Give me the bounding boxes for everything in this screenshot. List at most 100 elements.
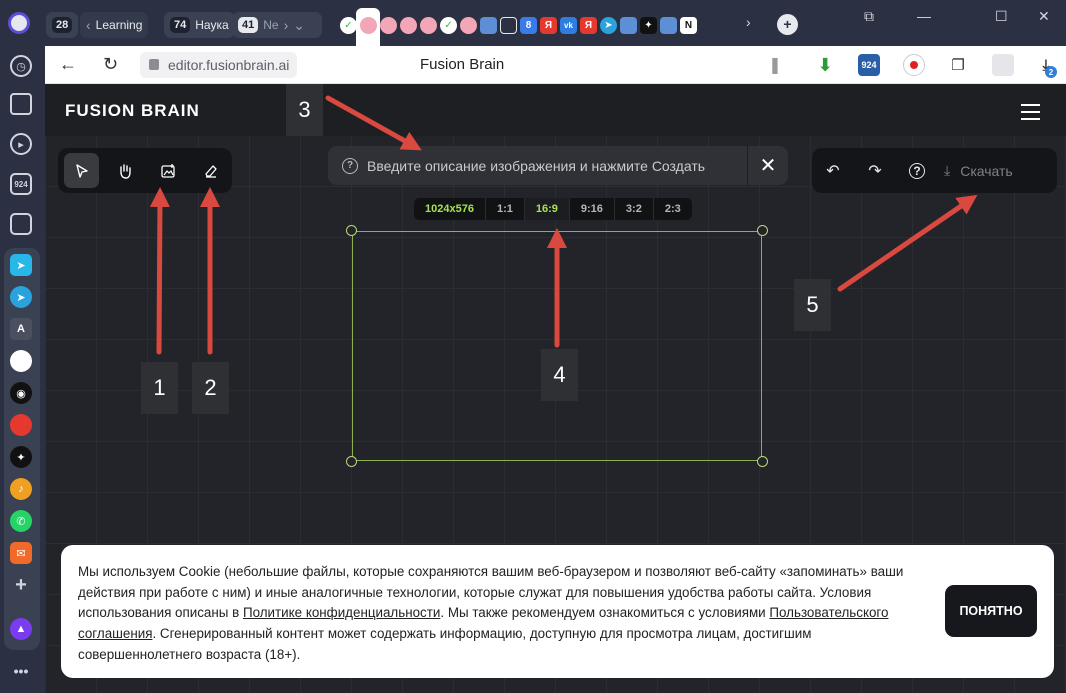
tab-group-nauka[interactable]: 74 Наука (164, 12, 235, 38)
telegram-icon[interactable]: ➤ (600, 17, 617, 34)
ya-icon[interactable]: Я (540, 17, 557, 34)
service-icon[interactable] (10, 350, 32, 372)
check-icon[interactable]: ✓ (340, 17, 357, 34)
add-image-tool-button[interactable] (150, 153, 185, 188)
brain-icon[interactable] (460, 17, 477, 34)
brain-icon[interactable] (420, 17, 437, 34)
accept-cookies-button[interactable]: ПОНЯТНО (945, 585, 1037, 637)
cookie-text-part: . Мы также рекомендуем ознакомиться с ус… (440, 605, 770, 621)
resize-handle-bottom-left[interactable] (346, 456, 357, 467)
redo-icon[interactable]: ↷ (854, 161, 896, 181)
tabs-scroll-right-icon[interactable]: › (746, 14, 751, 30)
select-tool-button[interactable] (64, 153, 99, 188)
sparkle-icon[interactable]: ✦ (640, 17, 657, 34)
check-icon[interactable]: ✓ (440, 17, 457, 34)
whatsapp-icon[interactable]: ✆ (10, 510, 32, 532)
menu-icon[interactable] (1021, 104, 1040, 125)
browser-tab-strip: 28 ‹ Learning 74 Наука 41 Ne › ⌄ ✓ ✓ 8 Я… (0, 0, 1066, 46)
ya-icon[interactable]: Я (580, 17, 597, 34)
brain-icon[interactable] (380, 17, 397, 34)
eraser-icon (204, 164, 217, 178)
back-icon[interactable]: ← (59, 54, 77, 75)
collections-icon[interactable] (10, 93, 32, 115)
tab-icon[interactable]: 8 (520, 17, 537, 34)
mail-icon[interactable]: ✉ (10, 542, 32, 564)
reload-icon[interactable]: ↻ (103, 54, 118, 75)
ratio-2-3[interactable]: 2:3 (654, 198, 692, 220)
url-text: editor.fusionbrain.ai (168, 57, 290, 73)
ratio-16-9[interactable]: 16:9 (524, 198, 570, 220)
download-button[interactable]: ⤓ Скачать (944, 162, 1013, 179)
calendar-ext-icon[interactable] (992, 54, 1014, 76)
tab-group-label: Наука (195, 18, 229, 32)
new-tab-button[interactable]: + (777, 14, 798, 35)
help-icon[interactable]: ? (342, 157, 358, 174)
downloads-count-badge: 2 (1045, 66, 1057, 78)
tab-group-ne[interactable]: 41 Ne › ⌄ (232, 12, 322, 38)
image-tab-icon[interactable] (620, 17, 637, 34)
more-icon[interactable]: ••• (10, 660, 32, 682)
privacy-policy-link[interactable]: Политике конфиденциальности (243, 605, 440, 620)
url-field[interactable]: editor.fusionbrain.ai (140, 52, 298, 78)
download-ext-icon[interactable]: ⬇ (814, 54, 836, 76)
record-icon[interactable] (903, 54, 925, 76)
close-window-button[interactable]: ✕ (1038, 8, 1050, 25)
brain-icon[interactable] (360, 17, 377, 34)
tab-switch-icon[interactable]: ⧉ (864, 8, 874, 25)
resize-handle-top-left[interactable] (346, 225, 357, 236)
add-panel-icon[interactable]: + (10, 574, 32, 596)
screenshot-icon[interactable] (10, 213, 32, 235)
tab-group-label: Learning (95, 18, 143, 32)
bookmark-icon[interactable]: ❚ (764, 54, 786, 76)
history-toolbar: ↶ ↷ ? ⤓ Скачать (812, 148, 1057, 193)
translate-icon[interactable]: A (10, 318, 32, 340)
cookie-text: Мы используем Cookie (небольшие файлы, к… (78, 562, 928, 666)
annotation-4: 4 (541, 349, 578, 401)
eraser-tool-button[interactable] (193, 153, 228, 188)
download-label: Скачать (960, 162, 1013, 179)
messenger-icon[interactable]: ➤ (10, 254, 32, 276)
maximize-button[interactable]: ☐ (995, 8, 1008, 25)
maps-pin-icon[interactable] (10, 414, 32, 436)
brain-icon[interactable] (400, 17, 417, 34)
prompt-placeholder: Введите описание изображения и нажмите С… (367, 157, 706, 174)
history-icon[interactable]: ◷ (10, 55, 32, 77)
undo-icon[interactable]: ↶ (812, 161, 854, 181)
chevron-right-icon: › (283, 17, 289, 33)
hand-tool-button[interactable] (107, 153, 142, 188)
add-image-icon (160, 163, 175, 178)
alice-icon[interactable]: ◉ (10, 382, 32, 404)
resize-handle-top-right[interactable] (757, 225, 768, 236)
badge-icon[interactable]: 924 (10, 173, 32, 195)
image-tab-icon[interactable] (480, 17, 497, 34)
prompt-input[interactable]: ? Введите описание изображения и нажмите… (328, 146, 788, 185)
tab-group-28[interactable]: 28 (46, 12, 79, 38)
download-icon: ⤓ (944, 162, 951, 178)
notion-icon[interactable]: N (680, 17, 697, 34)
assistant-icon[interactable]: ▲ (10, 618, 32, 640)
screen: 28 ‹ Learning 74 Наука 41 Ne › ⌄ ✓ ✓ 8 Я… (0, 0, 1066, 693)
generation-frame[interactable] (346, 225, 768, 467)
tab-group-learning[interactable]: ‹ Learning (80, 12, 149, 38)
chevron-down-icon[interactable]: ⌄ (293, 17, 305, 34)
extensions-icon[interactable]: ❐ (947, 54, 969, 76)
telegram-icon[interactable]: ➤ (10, 286, 32, 308)
profile-avatar[interactable] (8, 12, 30, 34)
resize-handle-bottom-right[interactable] (757, 456, 768, 467)
brand-logo[interactable]: FUSION BRAIN (65, 101, 200, 121)
lock-icon (149, 59, 159, 70)
browser-sidebar: ◷ ▸ 924 ➤ ➤ A ◉ ✦ ♪ ✆ ✉ + ▲ ••• (0, 46, 45, 693)
ratio-3-2[interactable]: 3:2 (615, 198, 654, 220)
music-icon[interactable]: ♪ (10, 478, 32, 500)
vk-icon[interactable]: vk (560, 17, 577, 34)
ext-badge-icon[interactable]: 924 (858, 54, 880, 76)
close-prompt-button[interactable]: ✕ (748, 153, 788, 178)
sparkle-icon[interactable]: ✦ (10, 446, 32, 468)
image-tab-icon[interactable] (660, 17, 677, 34)
play-icon[interactable]: ▸ (10, 133, 32, 155)
ratio-9-16[interactable]: 9:16 (570, 198, 615, 220)
minimize-button[interactable]: — (917, 8, 931, 24)
document-icon[interactable] (500, 17, 517, 34)
ratio-1-1[interactable]: 1:1 (486, 198, 525, 220)
help-button[interactable]: ? (896, 162, 938, 179)
